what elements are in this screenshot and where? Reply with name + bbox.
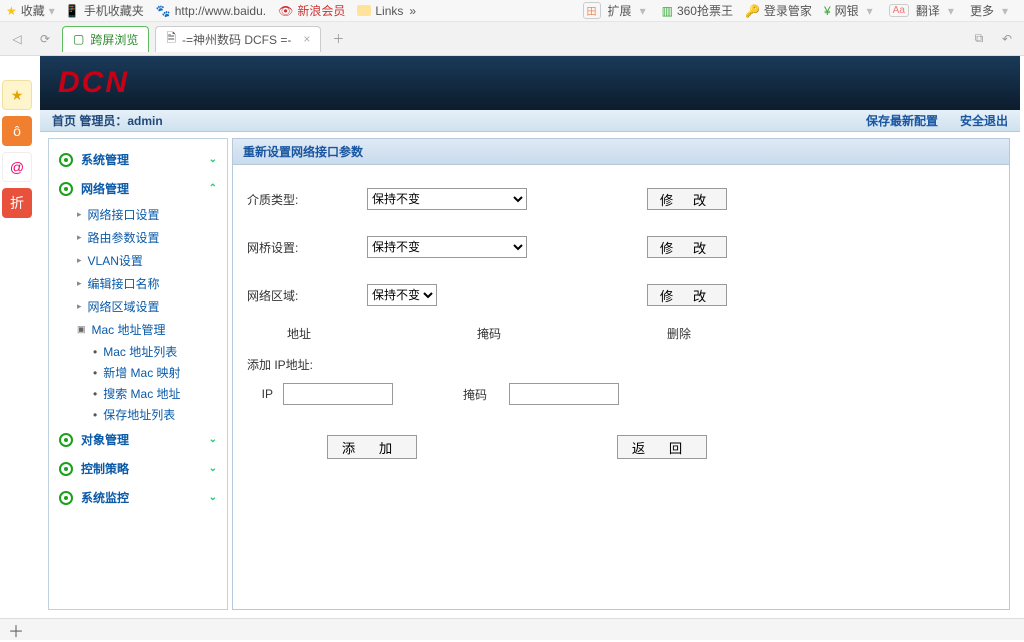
- panel-title: 重新设置网络接口参数: [233, 139, 1009, 165]
- home-link[interactable]: 首页: [52, 112, 76, 129]
- sidebar-item-mac-save[interactable]: 保存地址列表: [93, 404, 227, 425]
- sidebar-item-mac[interactable]: Mac 地址管理: [77, 318, 227, 341]
- sidebar-item-zone[interactable]: 网络区域设置: [77, 295, 227, 318]
- col-mask: 掩码: [477, 325, 667, 342]
- chevron-down-icon: ⌄: [209, 492, 217, 503]
- sidebar-item-vlan[interactable]: VLAN设置: [77, 249, 227, 272]
- col-addr: 地址: [287, 325, 477, 342]
- modify-media-button[interactable]: 修 改: [647, 188, 727, 210]
- modify-bridge-button[interactable]: 修 改: [647, 236, 727, 258]
- floating-toolbar: ★ ô @ 折: [2, 80, 32, 218]
- sidebar-item-editname[interactable]: 编辑接口名称: [77, 272, 227, 295]
- ip-table-header: 地址 掩码 删除: [247, 319, 995, 352]
- app-frame: DCN 首页 管理员： admin 保存最新配置 安全退出 系统管理⌄ 网络管理…: [40, 56, 1020, 616]
- chevron-down-icon: ⌄: [209, 154, 217, 165]
- bookmarks-overflow[interactable]: »: [409, 4, 416, 18]
- topbar: 首页 管理员： admin 保存最新配置 安全退出: [40, 110, 1020, 132]
- toolbar-login-mgr[interactable]: 🔑登录管家: [745, 2, 812, 19]
- bookmark-baidu[interactable]: 🐾http://www.baidu.: [156, 4, 266, 18]
- sidebar-item-route[interactable]: 路由参数设置: [77, 226, 227, 249]
- toolbar-piao[interactable]: ▥360抢票王: [662, 2, 733, 19]
- mask-input[interactable]: [509, 383, 619, 405]
- media-type-label: 介质类型:: [247, 191, 367, 208]
- col-del: 删除: [667, 325, 857, 342]
- sidebar: 系统管理⌄ 网络管理⌃ 网络接口设置 路由参数设置 VLAN设置 编辑接口名称 …: [48, 138, 228, 610]
- back-button[interactable]: 返 回: [617, 435, 707, 459]
- nav-back-icon[interactable]: ◁: [6, 28, 28, 50]
- status-bar: ＋: [0, 618, 1024, 640]
- sidebar-item-policy[interactable]: 控制策略⌄: [49, 454, 227, 483]
- zone-label: 网络区域:: [247, 287, 367, 304]
- close-icon[interactable]: ×: [303, 32, 310, 46]
- undo-icon[interactable]: ↶: [996, 28, 1018, 50]
- bookmark-sina[interactable]: 👁新浪会员: [278, 2, 345, 19]
- main-panel: 重新设置网络接口参数 介质类型: 保持不变 修 改 网桥设置: 保持不变 修 改…: [232, 138, 1010, 610]
- sidebar-item-iface[interactable]: 网络接口设置: [77, 203, 227, 226]
- tab-dcfs[interactable]: 🗎-=神州数码 DCFS =-×: [155, 26, 321, 52]
- fav-star-icon[interactable]: ★: [2, 80, 32, 110]
- save-config-link[interactable]: 保存最新配置: [866, 112, 938, 129]
- sidebar-item-mac-search[interactable]: 搜索 Mac 地址: [93, 383, 227, 404]
- new-window-icon[interactable]: ＋: [8, 618, 24, 642]
- bookmarks-label[interactable]: 收藏: [21, 2, 45, 19]
- bridge-select[interactable]: 保持不变: [367, 236, 527, 258]
- nav-refresh-icon[interactable]: ⟳: [34, 28, 56, 50]
- media-type-select[interactable]: 保持不变: [367, 188, 527, 210]
- browser-tabs-bar: ◁ ⟳ ▢跨屏浏览 🗎-=神州数码 DCFS =-× ＋ ⧉ ↶: [0, 22, 1024, 56]
- browser-bookmarks-bar: ★ 收藏 ▾ 📱手机收藏夹 🐾http://www.baidu. 👁新浪会员 L…: [0, 0, 1024, 22]
- add-button[interactable]: 添 加: [327, 435, 417, 459]
- add-ip-label: 添加 IP地址:: [247, 352, 995, 383]
- sidebar-item-object[interactable]: 对象管理⌄: [49, 425, 227, 454]
- toolbar-translate[interactable]: Aa翻译▾: [889, 2, 958, 19]
- sidebar-item-network[interactable]: 网络管理⌃: [49, 174, 227, 203]
- chevron-down-icon: ⌄: [209, 463, 217, 474]
- mask-label: 掩码: [463, 386, 499, 403]
- ip-input[interactable]: [283, 383, 393, 405]
- tab-crossscreen[interactable]: ▢跨屏浏览: [62, 26, 149, 52]
- logout-link[interactable]: 安全退出: [960, 112, 1008, 129]
- toolbar-more[interactable]: 更多▾: [970, 2, 1012, 19]
- admin-name: admin: [127, 114, 162, 128]
- sidebar-item-mac-list[interactable]: Mac 地址列表: [93, 341, 227, 362]
- chevron-down-icon: ⌄: [209, 434, 217, 445]
- sidebar-item-monitor[interactable]: 系统监控⌄: [49, 483, 227, 512]
- ip-label: IP: [247, 387, 273, 401]
- admin-label: 管理员：: [79, 112, 127, 129]
- at-icon[interactable]: @: [2, 152, 32, 182]
- toolbar-ext[interactable]: 田扩展▾: [583, 2, 650, 19]
- bookmark-links[interactable]: Links: [357, 4, 403, 18]
- favorites-icon[interactable]: ★: [6, 4, 17, 18]
- zone-select[interactable]: 保持不变: [367, 284, 437, 306]
- sidebar-item-system[interactable]: 系统管理⌄: [49, 145, 227, 174]
- bridge-label: 网桥设置:: [247, 239, 367, 256]
- discount-icon[interactable]: 折: [2, 188, 32, 218]
- window-restore-icon[interactable]: ⧉: [968, 28, 990, 50]
- toolbar-bank[interactable]: ¥网银▾: [824, 2, 877, 19]
- chevron-up-icon: ⌃: [209, 183, 217, 194]
- logo: DCN: [58, 66, 129, 100]
- sidebar-item-mac-add[interactable]: 新增 Mac 映射: [93, 362, 227, 383]
- bookmark-mobile[interactable]: 📱手机收藏夹: [65, 2, 144, 19]
- banner: DCN: [40, 56, 1020, 110]
- new-tab-icon[interactable]: ＋: [327, 28, 349, 50]
- modify-zone-button[interactable]: 修 改: [647, 284, 727, 306]
- weibo-icon[interactable]: ô: [2, 116, 32, 146]
